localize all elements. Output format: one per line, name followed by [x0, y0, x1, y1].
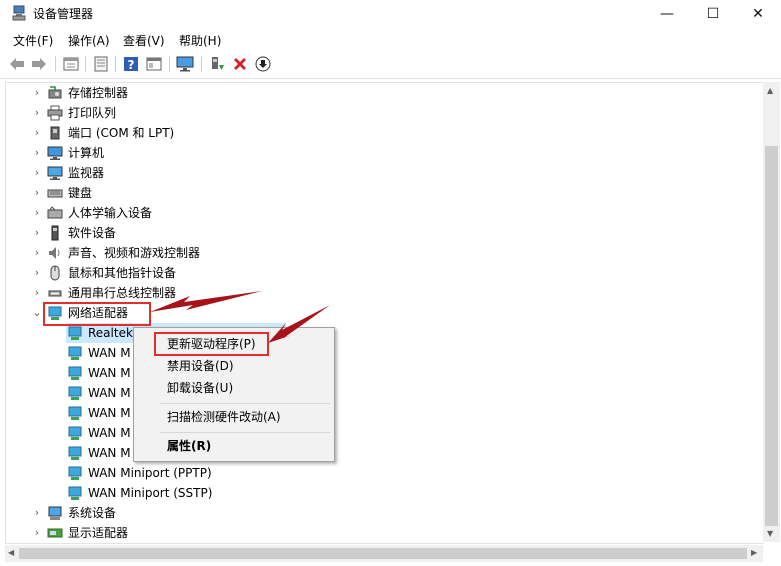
arrow-to-network-adapters	[150, 291, 262, 312]
arrow-to-update-driver	[268, 305, 330, 343]
annotation-arrows	[150, 291, 330, 343]
